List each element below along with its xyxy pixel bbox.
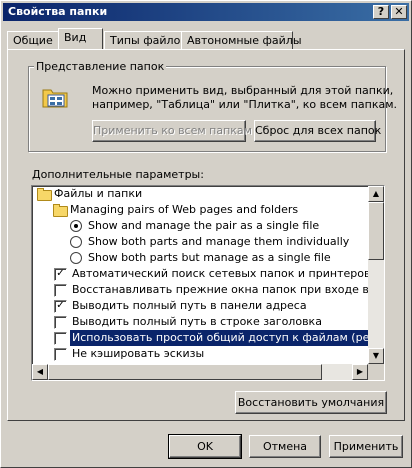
list-item-label: Восстанавливать прежние окна папок при в… <box>72 283 385 296</box>
horizontal-scrollbar[interactable]: ◀ ▶ <box>32 364 368 380</box>
list-item-label: Не кэшировать эскизы <box>72 347 205 360</box>
scroll-up-arrow-icon[interactable]: ▲ <box>368 186 384 202</box>
reset-all-folders-button[interactable]: Сброс для всех папок <box>254 120 381 142</box>
help-button[interactable]: ? <box>373 5 389 19</box>
radio-button[interactable] <box>70 252 82 264</box>
radio-button[interactable] <box>70 220 82 232</box>
scrollbar-corner <box>368 364 384 380</box>
list-item-label: Show and manage the pair as a single fil… <box>88 219 320 232</box>
list-item-label: Show both parts but manage as a single f… <box>88 251 331 264</box>
scroll-down-arrow-icon[interactable]: ▼ <box>368 348 384 364</box>
window-title: Свойства папки <box>8 5 108 18</box>
checkbox[interactable]: ✓ <box>54 300 67 313</box>
list-item-label: Файлы и папки <box>54 187 143 200</box>
apply-button[interactable]: Применить <box>329 435 403 458</box>
scroll-right-arrow-icon[interactable]: ▶ <box>352 364 368 380</box>
folder-view-description-line-1: Можно применить вид, выбранный для этой … <box>92 84 394 97</box>
apply-to-all-folders-label: Применить ко всем папкам <box>93 124 252 137</box>
checkbox[interactable] <box>54 348 67 361</box>
vertical-scrollbar[interactable]: ▲ ▼ <box>368 186 384 364</box>
folder-options-dialog: Свойства папки ? ✕ Общие Вид Типы файлов… <box>0 0 412 468</box>
list-item-label: Использовать простой общий доступ к файл… <box>70 330 384 346</box>
title-bar[interactable]: Свойства папки ? ✕ <box>3 3 409 21</box>
folder-view-description-line-2: например, "Таблица" или "Плитка", ко все… <box>92 98 398 111</box>
cancel-button[interactable]: Отмена <box>249 435 321 458</box>
apply-to-all-folders-button[interactable]: Применить ко всем папкам <box>92 120 252 142</box>
checkbox[interactable]: ✓ <box>54 268 67 281</box>
folder-icon <box>53 204 68 217</box>
folder-view-description: Можно применить вид, выбранный для этой … <box>92 84 397 112</box>
horizontal-scroll-thumb[interactable] <box>48 364 322 380</box>
reset-all-folders-label: Сброс для всех папок <box>255 124 382 137</box>
checkbox[interactable] <box>54 332 67 345</box>
ok-button[interactable]: OK <box>168 434 242 459</box>
checkbox[interactable] <box>54 316 67 329</box>
tab-offline-files[interactable]: Автономные файлы <box>181 31 302 49</box>
list-item-label: Managing pairs of Web pages and folders <box>70 203 299 216</box>
tab-general[interactable]: Общие <box>7 31 59 49</box>
scroll-left-arrow-icon[interactable]: ◀ <box>32 364 48 380</box>
vertical-scroll-thumb[interactable] <box>368 202 384 260</box>
folder-view-legend: Представление папок <box>34 60 167 73</box>
advanced-settings-list[interactable]: Файлы и папки Managing pairs of Web page… <box>31 185 385 381</box>
restore-defaults-button[interactable]: Восстановить умолчания <box>235 391 387 414</box>
tab-file-types[interactable]: Типы файлов <box>104 31 187 49</box>
checkbox[interactable] <box>54 284 67 297</box>
folder-icon <box>37 188 52 201</box>
radio-button[interactable] <box>70 236 82 248</box>
tab-view[interactable]: Вид <box>58 28 103 49</box>
folder-view-icon <box>40 82 70 112</box>
advanced-settings-label: Дополнительные параметры: <box>32 168 204 181</box>
list-item-label: Выводить полный путь в строке заголовка <box>72 315 322 328</box>
list-item-label: Выводить полный путь в панели адреса <box>72 299 307 312</box>
close-button[interactable]: ✕ <box>391 5 407 19</box>
list-item-label: Автоматический поиск сетевых папок и при… <box>72 267 371 280</box>
list-item-label: Show both parts and manage them individu… <box>88 235 350 248</box>
